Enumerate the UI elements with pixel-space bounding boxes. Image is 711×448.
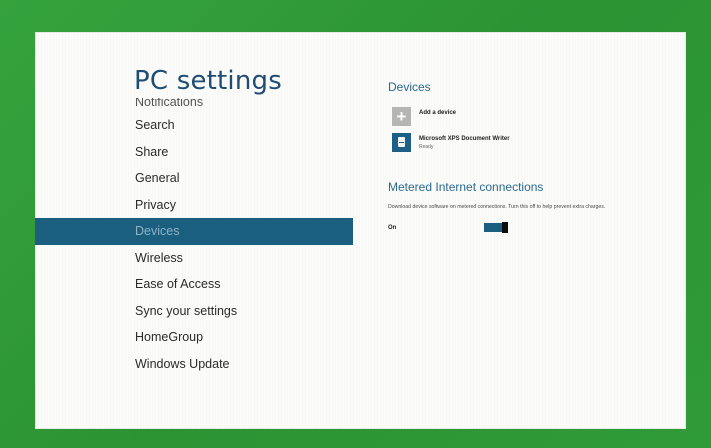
- metered-section-title: Metered Internet connections: [388, 180, 544, 194]
- device-name: Microsoft XPS Document Writer: [419, 136, 510, 142]
- nav-item-search[interactable]: Search: [35, 112, 353, 139]
- metered-description: Download device software on metered conn…: [388, 204, 606, 210]
- toggle-state-label: On: [388, 225, 397, 231]
- nav-item-homegroup[interactable]: HomeGroup: [35, 324, 353, 351]
- device-item-xps-writer[interactable]: Microsoft XPS Document Writer Ready: [392, 133, 662, 155]
- device-status: Ready: [419, 144, 434, 150]
- nav-item-share[interactable]: Share: [35, 139, 353, 166]
- green-frame: PC settings Notifications Search Share G…: [0, 0, 711, 448]
- add-device-button[interactable]: + Add a device: [392, 107, 662, 129]
- nav-item-sync-settings[interactable]: Sync your settings: [35, 298, 353, 325]
- add-device-label: Add a device: [419, 110, 457, 116]
- metered-toggle-switch[interactable]: [484, 222, 508, 233]
- nav-item-general[interactable]: General: [35, 165, 353, 192]
- nav-item-wireless[interactable]: Wireless: [35, 245, 353, 272]
- toggle-thumb[interactable]: [502, 222, 508, 233]
- nav-item-windows-update[interactable]: Windows Update: [35, 351, 353, 378]
- devices-content-panel: Devices + Add a device Microsoft XPS Doc…: [388, 32, 678, 429]
- settings-nav-list: Notifications Search Share General Priva…: [35, 98, 353, 377]
- nav-item-ease-of-access[interactable]: Ease of Access: [35, 271, 353, 298]
- printer-icon: [392, 133, 411, 152]
- page-title: PC settings: [134, 66, 282, 96]
- nav-item-notifications[interactable]: Notifications: [35, 98, 353, 112]
- nav-item-privacy[interactable]: Privacy: [35, 192, 353, 219]
- plus-icon: +: [392, 107, 411, 126]
- settings-screen: PC settings Notifications Search Share G…: [35, 32, 686, 429]
- settings-nav-panel: PC settings Notifications Search Share G…: [35, 32, 353, 429]
- nav-item-devices[interactable]: Devices: [35, 218, 353, 245]
- devices-section-title: Devices: [388, 80, 431, 94]
